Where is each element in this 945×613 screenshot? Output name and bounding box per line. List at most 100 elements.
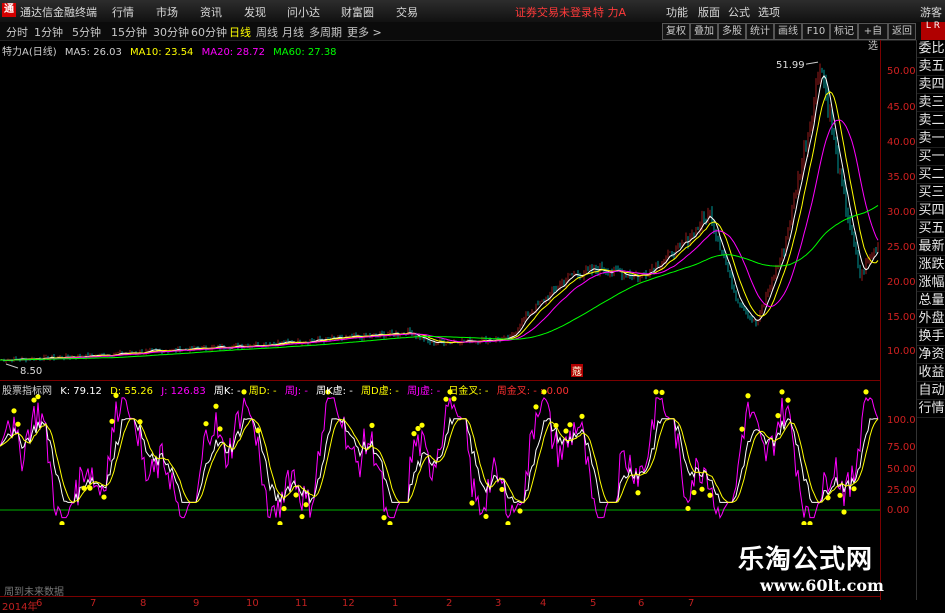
period-60min[interactable]: 60分钟 [191, 24, 227, 40]
signal-dot [653, 389, 659, 395]
signal-dot [807, 521, 813, 525]
period-fenshi[interactable]: 分时 [6, 24, 28, 40]
signal-dot [505, 521, 511, 525]
x-tick: 10 [246, 598, 259, 609]
lr-corner-icon[interactable]: L R [921, 22, 945, 40]
signal-dot [707, 492, 713, 498]
x-axis: 2014年 6 7 8 9 10 11 12 1 2 3 4 5 6 7 [0, 596, 880, 613]
signal-dot [109, 418, 115, 424]
diejia-button[interactable]: 叠加 [690, 23, 718, 40]
period-multi[interactable]: 多周期 [309, 24, 342, 40]
panel-buy1[interactable]: 买一 [917, 148, 945, 166]
signal-dot [699, 486, 705, 492]
x-tick: 2 [446, 598, 453, 609]
signal-dot [469, 500, 475, 506]
ind-legend-cross: 日金叉: - [448, 386, 489, 397]
signal-dot [745, 393, 751, 399]
duogu-button[interactable]: 多股 [718, 23, 746, 40]
panel-buy5[interactable]: 买五 [917, 220, 945, 238]
panel-sell5[interactable]: 卖五 [917, 58, 945, 76]
panel-latest[interactable]: 最新 [917, 238, 945, 256]
signal-dot [369, 422, 375, 428]
period-weekly[interactable]: 周线 [256, 24, 278, 40]
panel-outer[interactable]: 外盘 [917, 310, 945, 328]
price-tick: 40.00 [887, 137, 916, 148]
panel-buy2[interactable]: 买二 [917, 166, 945, 184]
ind-tick: 25.00 [887, 485, 916, 496]
panel-earnings[interactable]: 收益 [917, 364, 945, 382]
f10-button[interactable]: F10 [802, 23, 830, 40]
panel-sell4[interactable]: 卖四 [917, 76, 945, 94]
menu-gongshi[interactable]: 公式 [728, 4, 750, 20]
ind-tick: 100.0 [887, 415, 916, 426]
signal-dot [381, 515, 387, 521]
x-tick: 7 [90, 598, 97, 609]
panel-weibi[interactable]: 委比 [917, 40, 945, 58]
period-monthly[interactable]: 月线 [282, 24, 304, 40]
ind-legend-j: J: 126.83 [161, 386, 206, 397]
return-button[interactable]: 返回 [888, 23, 916, 40]
panel-sell2[interactable]: 卖二 [917, 112, 945, 130]
ma20-line [0, 119, 879, 361]
period-more[interactable]: 更多 > [347, 24, 382, 40]
event-marker-label: 蔻 [572, 365, 582, 378]
menu-wenxiaoda[interactable]: 问小达 [287, 4, 320, 20]
period-30min[interactable]: 30分钟 [153, 24, 189, 40]
panel-auto[interactable]: 自动 [917, 382, 945, 400]
signal-dot [691, 489, 697, 496]
signal-dot [293, 492, 299, 498]
price-chart[interactable]: 51.99 8.50 蔻 [0, 40, 880, 380]
add-favorite-button[interactable]: +自选 [858, 23, 888, 52]
period-5min[interactable]: 5分钟 [72, 24, 101, 40]
ind-legend-name[interactable]: 股票指标网 [2, 386, 52, 397]
menu-faxian[interactable]: 发现 [244, 4, 266, 20]
panel-buy4[interactable]: 买四 [917, 202, 945, 220]
watermark: 乐淘公式网 www.60lt.com [738, 539, 884, 595]
watermark-cn: 乐淘公式网 [738, 545, 874, 575]
ind-tick: 50.00 [887, 464, 916, 475]
panel-market[interactable]: 行情 [917, 400, 945, 418]
menu-banmian[interactable]: 版面 [698, 4, 720, 20]
menu-shichang[interactable]: 市场 [156, 4, 178, 20]
menu-xuanxiang[interactable]: 选项 [758, 4, 780, 20]
ind-legend-wjv: 周J虚: - [407, 386, 441, 397]
menu-zixun[interactable]: 资讯 [200, 4, 222, 20]
signal-dot [213, 403, 219, 409]
fuquan-button[interactable]: 复权 [662, 23, 690, 40]
panel-sell1[interactable]: 卖一 [917, 130, 945, 148]
period-daily[interactable]: 日线 [229, 24, 251, 40]
indicator-chart[interactable] [0, 382, 880, 525]
menu-caifuquan[interactable]: 财富圈 [341, 4, 374, 20]
login-warning[interactable]: 证券交易未登录 [515, 4, 592, 20]
panel-netasset[interactable]: 净资 [917, 346, 945, 364]
panel-volume[interactable]: 总量 [917, 292, 945, 310]
signal-dot [255, 428, 261, 434]
signal-dot [841, 509, 847, 515]
app-title: 通达信金融终端 [20, 6, 97, 19]
period-15min[interactable]: 15分钟 [111, 24, 147, 40]
menu-hangqing[interactable]: 行情 [112, 4, 134, 20]
price-tick: 10.00 [887, 346, 916, 357]
period-1min[interactable]: 1分钟 [34, 24, 63, 40]
panel-change[interactable]: 涨跌 [917, 256, 945, 274]
huaxian-button[interactable]: 画线 [774, 23, 802, 40]
signal-dot [387, 521, 393, 525]
panel-change-pct[interactable]: 涨幅 [917, 274, 945, 292]
biaoji-button[interactable]: 标记 [830, 23, 858, 40]
panel-turnover[interactable]: 换手 [917, 328, 945, 346]
panel-buy3[interactable]: 买三 [917, 184, 945, 202]
guest-label[interactable]: 游客 [920, 4, 942, 20]
tongji-button[interactable]: 统计 [746, 23, 774, 40]
price-tick: 20.00 [887, 277, 916, 288]
x-tick: 7 [688, 598, 695, 609]
menu-bar: 通 通达信金融终端 行情 市场 资讯 发现 问小达 财富圈 交易 证券交易未登录… [0, 0, 945, 23]
high-label: 51.99 [776, 60, 805, 71]
ind-legend-wd: 周D: - [248, 386, 277, 397]
panel-sell3[interactable]: 卖三 [917, 94, 945, 112]
menu-gongneng[interactable]: 功能 [666, 4, 688, 20]
signal-dot [203, 421, 209, 427]
signal-dot [443, 396, 449, 402]
menu-jiaoyi[interactable]: 交易 [396, 4, 418, 20]
price-tick: 15.00 [887, 312, 916, 323]
signal-dot [659, 389, 665, 396]
